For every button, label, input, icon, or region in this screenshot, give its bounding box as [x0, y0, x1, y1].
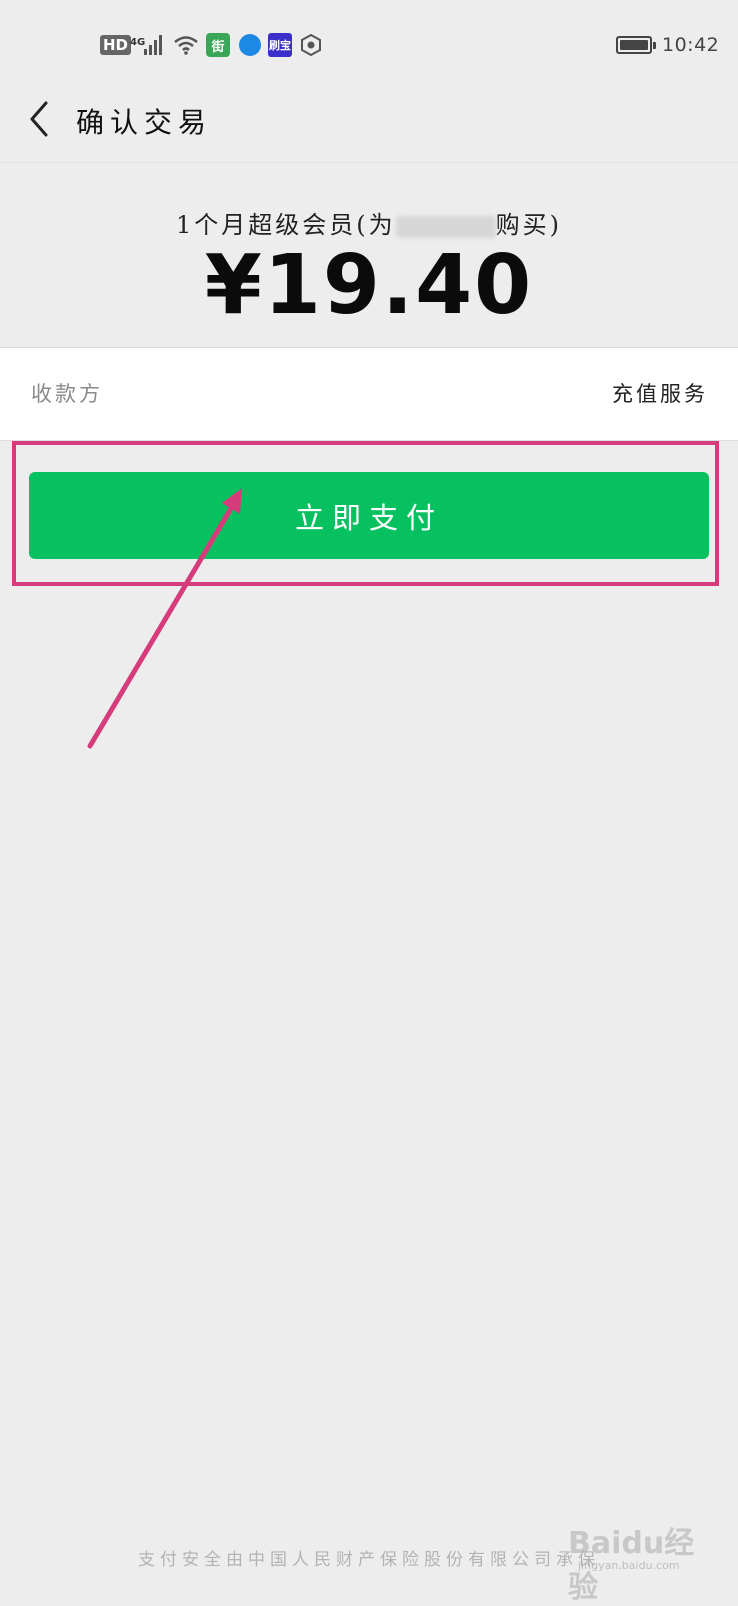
- hd-icon: HD: [100, 35, 132, 55]
- app-notification-icon: 街: [206, 33, 230, 57]
- status-time: 10:42: [662, 34, 720, 56]
- page-title: 确认交易: [76, 106, 213, 139]
- payee-label: 收款方: [31, 382, 103, 406]
- pay-now-button[interactable]: 立即支付: [29, 472, 709, 559]
- payee-row: 收款方 充值服务: [0, 347, 738, 441]
- status-bar: HD 4G 街 刷宝 10:42: [0, 0, 738, 90]
- payee-value: 充值服务: [612, 382, 708, 406]
- product-description: 1个月超级会员(为 购买): [0, 205, 738, 240]
- chevron-left-icon: [30, 101, 48, 137]
- nav-bar: 确认交易: [0, 90, 738, 163]
- battery-icon: [616, 36, 656, 54]
- shuabao-notification-icon: 刷宝: [268, 33, 292, 57]
- product-suffix: 购买): [495, 211, 562, 239]
- order-summary: 1个月超级会员(为 购买) ¥19.40: [0, 163, 738, 347]
- app-hexagon-icon: [300, 33, 322, 57]
- baidu-watermark: Baidu经验 jingyan.baidu.com: [568, 1518, 708, 1605]
- back-button[interactable]: [22, 98, 56, 140]
- watermark-url: jingyan.baidu.com: [578, 1559, 680, 1572]
- payment-amount: ¥19.40: [204, 238, 534, 333]
- product-prefix: 1个月超级会员(为: [175, 211, 396, 239]
- signal-icon: [143, 33, 165, 57]
- wifi-icon: [173, 33, 199, 57]
- redacted-account: [395, 215, 496, 238]
- browser-notification-icon: [239, 34, 261, 56]
